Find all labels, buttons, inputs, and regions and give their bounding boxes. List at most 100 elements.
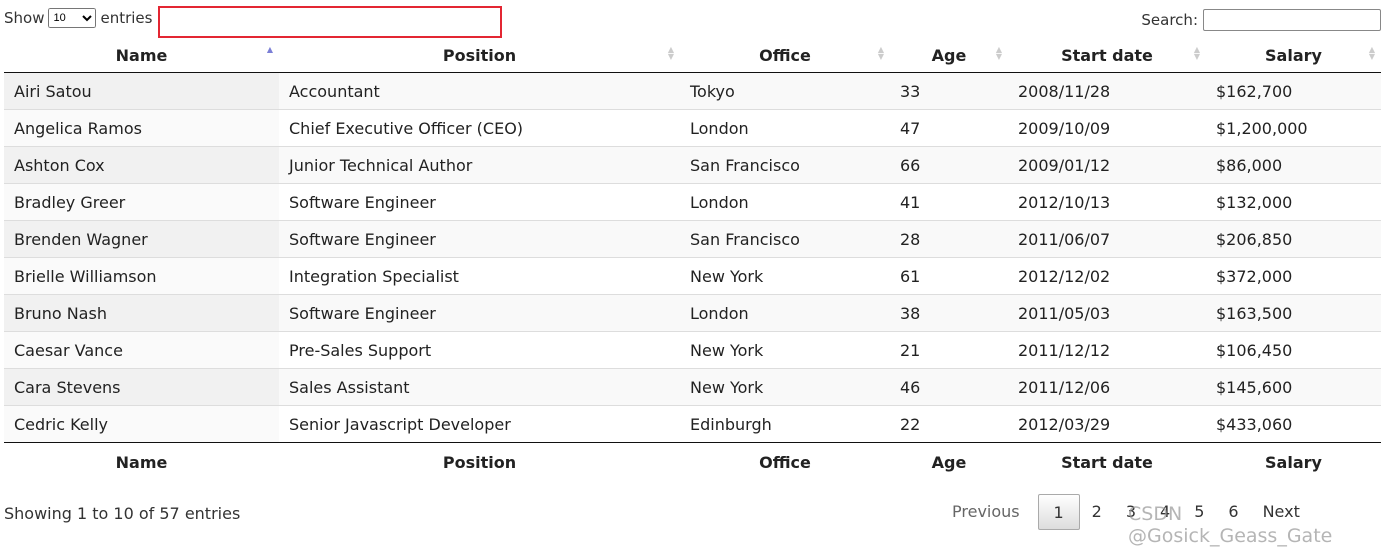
- length-control: Show 10 entries: [4, 8, 152, 28]
- page-button[interactable]: 2: [1080, 494, 1114, 530]
- page-button[interactable]: 6: [1216, 494, 1250, 530]
- page-button[interactable]: 4: [1148, 494, 1182, 530]
- show-label: Show: [4, 9, 45, 27]
- cell-salary: $206,850: [1206, 220, 1381, 258]
- cell-name: Brenden Wagner: [4, 220, 279, 258]
- cell-name: Airi Satou: [4, 72, 279, 110]
- sort-both-icon: ▲ ▼: [995, 45, 1002, 61]
- column-header-age[interactable]: Age ▲ ▼: [890, 38, 1008, 73]
- page-button[interactable]: 3: [1114, 494, 1148, 530]
- cell-age: 47: [890, 109, 1008, 147]
- search-label: Search:: [1141, 11, 1198, 29]
- table-info: Showing 1 to 10 of 57 entries: [4, 504, 241, 523]
- table-row[interactable]: Brielle Williamson Integration Specialist…: [4, 257, 1381, 295]
- cell-name: Bruno Nash: [4, 294, 279, 332]
- cell-position: Software Engineer: [279, 220, 680, 258]
- table-row[interactable]: Brenden Wagner Software Engineer San Franc…: [4, 220, 1381, 258]
- column-header-label: Office: [759, 45, 811, 65]
- cell-start-date: 2012/12/02: [1008, 257, 1206, 295]
- cell-start-date: 2009/10/09: [1008, 109, 1206, 147]
- table-row[interactable]: Bradley Greer Software Engineer London 41 20…: [4, 183, 1381, 221]
- table-row[interactable]: Ashton Cox Junior Technical Author San Fra…: [4, 146, 1381, 184]
- cell-age: 28: [890, 220, 1008, 258]
- cell-name: Brielle Williamson: [4, 257, 279, 295]
- cell-name: Bradley Greer: [4, 183, 279, 221]
- cell-age: 66: [890, 146, 1008, 184]
- page-button[interactable]: 1: [1037, 494, 1080, 530]
- cell-start-date: 2008/11/28: [1008, 72, 1206, 110]
- cell-position: Software Engineer: [279, 183, 680, 221]
- cell-age: 61: [890, 257, 1008, 295]
- cell-salary: $1,200,000: [1206, 109, 1381, 147]
- cell-salary: $162,700: [1206, 72, 1381, 110]
- table-row[interactable]: Caesar Vance Pre-Sales Support New York 21 2…: [4, 331, 1381, 369]
- cell-position: Integration Specialist: [279, 257, 680, 295]
- cell-office: Tokyo: [680, 72, 890, 110]
- search-input[interactable]: [1203, 9, 1381, 31]
- cell-age: 38: [890, 294, 1008, 332]
- entries-label: entries: [100, 9, 153, 27]
- cell-start-date: 2012/10/13: [1008, 183, 1206, 221]
- cell-position: Chief Executive Officer (CEO): [279, 109, 680, 147]
- cell-salary: $86,000: [1206, 146, 1381, 184]
- cell-position: Accountant: [279, 72, 680, 110]
- column-header-label: Age: [931, 45, 967, 65]
- cell-position: Pre-Sales Support: [279, 331, 680, 369]
- column-footer: Position: [279, 442, 680, 482]
- column-footer: Name: [4, 442, 279, 482]
- cell-start-date: 2011/12/12: [1008, 331, 1206, 369]
- cell-start-date: 2009/01/12: [1008, 146, 1206, 184]
- cell-start-date: 2011/12/06: [1008, 368, 1206, 406]
- column-header-label: Start date: [1061, 45, 1153, 65]
- table-row[interactable]: Bruno Nash Software Engineer London 38 2011/…: [4, 294, 1381, 332]
- highlight-box: [158, 6, 502, 38]
- cell-salary: $372,000: [1206, 257, 1381, 295]
- cell-name: Cedric Kelly: [4, 405, 279, 443]
- sort-both-icon: ▲ ▼: [1193, 45, 1200, 61]
- column-header-name[interactable]: Name ▲: [4, 38, 279, 73]
- cell-name: Ashton Cox: [4, 146, 279, 184]
- cell-office: London: [680, 183, 890, 221]
- cell-office: New York: [680, 257, 890, 295]
- table-row[interactable]: Airi Satou Accountant Tokyo 33 2008/11/28 $16…: [4, 72, 1381, 110]
- cell-position: Senior Javascript Developer: [279, 405, 680, 443]
- cell-position: Sales Assistant: [279, 368, 680, 406]
- column-footer: Office: [680, 442, 890, 482]
- column-header-label: Position: [442, 45, 517, 65]
- cell-age: 41: [890, 183, 1008, 221]
- cell-start-date: 2012/03/29: [1008, 405, 1206, 443]
- cell-position: Junior Technical Author: [279, 146, 680, 184]
- page-button[interactable]: 5: [1182, 494, 1216, 530]
- cell-office: New York: [680, 331, 890, 369]
- cell-salary: $132,000: [1206, 183, 1381, 221]
- previous-button[interactable]: Previous: [940, 494, 1032, 530]
- table-row[interactable]: Cedric Kelly Senior Javascript Developer E…: [4, 405, 1381, 443]
- table-row[interactable]: Angelica Ramos Chief Executive Officer (C…: [4, 109, 1381, 147]
- entries-select[interactable]: 10: [48, 8, 97, 28]
- cell-start-date: 2011/06/07: [1008, 220, 1206, 258]
- column-header-salary[interactable]: Salary ▲ ▼: [1206, 38, 1381, 73]
- cell-name: Cara Stevens: [4, 368, 279, 406]
- cell-salary: $163,500: [1206, 294, 1381, 332]
- column-footer: Salary: [1206, 442, 1381, 482]
- cell-office: New York: [680, 368, 890, 406]
- table-row[interactable]: Cara Stevens Sales Assistant New York 46 201…: [4, 368, 1381, 406]
- column-footer: Age: [890, 442, 1008, 482]
- sort-both-icon: ▲ ▼: [1368, 45, 1375, 61]
- sort-ascending-icon: ▲: [266, 45, 273, 54]
- cell-salary: $106,450: [1206, 331, 1381, 369]
- column-header-position[interactable]: Position ▲ ▼: [279, 38, 680, 73]
- column-header-start-date[interactable]: Start date ▲ ▼: [1008, 38, 1206, 73]
- pagination: Previous 123456 Next: [940, 494, 1312, 530]
- sort-both-icon: ▲ ▼: [667, 45, 674, 61]
- cell-office: London: [680, 294, 890, 332]
- cell-age: 21: [890, 331, 1008, 369]
- cell-position: Software Engineer: [279, 294, 680, 332]
- cell-age: 22: [890, 405, 1008, 443]
- column-header-office[interactable]: Office ▲ ▼: [680, 38, 890, 73]
- next-button[interactable]: Next: [1251, 494, 1312, 530]
- cell-age: 33: [890, 72, 1008, 110]
- cell-age: 46: [890, 368, 1008, 406]
- sort-both-icon: ▲ ▼: [877, 45, 884, 61]
- column-header-label: Name: [115, 45, 168, 65]
